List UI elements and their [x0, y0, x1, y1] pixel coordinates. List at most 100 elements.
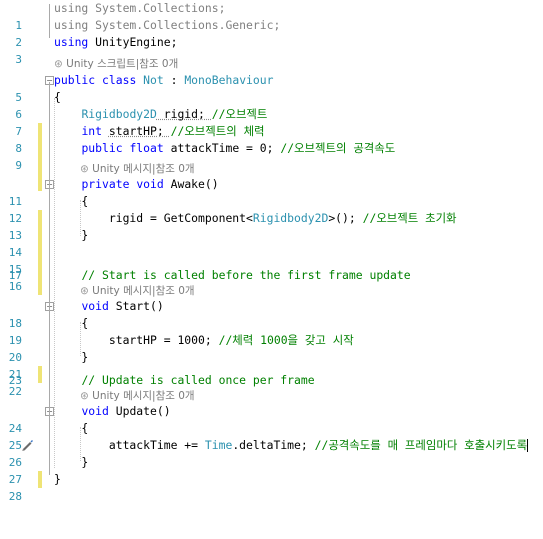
line-code[interactable]: using System.Collections; — [54, 0, 225, 17]
change-marker — [38, 366, 42, 383]
change-marker — [38, 227, 42, 244]
line-number: 23 — [8, 374, 22, 387]
indent-guide — [80, 200, 81, 236]
code-token: //체력 1000을 갖고 시작 — [218, 333, 354, 347]
change-marker — [38, 261, 42, 278]
code-token: void — [81, 299, 116, 313]
codelens-text[interactable]: Unity 스크립트|참조 0개 — [66, 58, 178, 70]
code-token: } — [54, 472, 61, 486]
code-line[interactable]: 28 } — [0, 471, 61, 503]
code-token: Not — [143, 73, 164, 87]
line-code[interactable]: using System.Collections.Generic; — [54, 17, 280, 34]
line-code[interactable]: Rigidbody2D rigid; //오브젝트 — [54, 106, 267, 123]
codelens-text[interactable]: Unity 메시지|참조 0개 — [92, 390, 194, 402]
code-token: } — [54, 228, 89, 242]
line-code[interactable]: { — [54, 420, 88, 437]
line-code[interactable]: rigid = GetComponent<Rigidbody2D>(); //오… — [54, 210, 457, 227]
unity-icon: ⊛ — [80, 163, 89, 175]
line-code[interactable]: } — [54, 349, 88, 366]
indent-guide — [80, 427, 81, 461]
code-token: } — [54, 455, 89, 469]
code-line[interactable]: 26 attackTime += Time.deltaTime; //공격속도를… — [0, 437, 529, 488]
code-line[interactable]: 25 { — [0, 420, 89, 452]
code-line[interactable]: 13 rigid = GetComponent<Rigidbody2D>(); … — [0, 210, 457, 261]
code-line[interactable]: 8 int startHP; //오브젝트의 체력 — [0, 123, 265, 174]
code-token: attackTime += — [54, 438, 205, 452]
code-line[interactable]: 6 { — [0, 89, 61, 140]
code-line[interactable]: 1 using System.Collections; — [0, 0, 225, 32]
line-code[interactable]: private void Awake() — [54, 176, 219, 193]
line-code[interactable]: { — [54, 315, 88, 332]
line-code[interactable]: attackTime += Time.deltaTime; //공격속도를 매 … — [54, 437, 529, 454]
code-line[interactable]: 3 using UnityEngine; — [0, 34, 177, 66]
code-line[interactable]: 14 } — [0, 227, 88, 278]
code-token: using — [54, 35, 96, 49]
code-editor[interactable]: 1 using System.Collections; 2 using Syst… — [0, 0, 543, 503]
code-token: .deltaTime; — [232, 438, 315, 452]
code-line[interactable]: 15 — [0, 244, 42, 295]
codelens-references[interactable]: ⊛ Unity 메시지|참조 0개 — [80, 389, 195, 403]
change-marker — [38, 244, 42, 261]
code-token: void — [81, 404, 116, 418]
codelens-references[interactable]: ⊛ Unity 메시지|참조 0개 — [80, 162, 195, 176]
change-marker — [38, 174, 42, 191]
codelens-text[interactable]: Unity 메시지|참조 0개 — [92, 285, 194, 297]
line-code[interactable]: void Start() — [54, 298, 164, 315]
unity-icon: ⊛ — [54, 58, 63, 70]
code-token: //오브젝트의 공격속도 — [280, 141, 396, 155]
code-token: Awake() — [170, 177, 219, 191]
code-token: //공격속도를 매 프레임마다 호출시키도록 — [314, 438, 528, 452]
unity-icon: ⊛ — [80, 390, 89, 402]
code-line[interactable]: 2 using System.Collections.Generic; — [0, 17, 280, 49]
line-code[interactable]: { — [54, 89, 61, 106]
change-marker — [38, 278, 42, 295]
code-token: using System.Collections.Generic; — [54, 18, 281, 32]
line-number: 9 — [15, 159, 22, 172]
code-line[interactable]: 19 { — [0, 315, 89, 347]
code-token: Start() — [115, 299, 164, 313]
code-line[interactable]: 27 } — [0, 454, 89, 486]
code-token: // Start is called before the first fram… — [81, 268, 411, 282]
code-token: using System.Collections; — [54, 1, 226, 15]
line-code[interactable]: } — [54, 227, 88, 244]
line-code[interactable]: int startHP; //오브젝트의 체력 — [54, 123, 264, 140]
codelens-references[interactable]: ⊛ Unity 메시지|참조 0개 — [80, 284, 195, 298]
line-code[interactable]: public float attackTime = 0; //오브젝트의 공격속… — [54, 140, 395, 157]
line-code[interactable]: { — [54, 193, 88, 210]
code-line[interactable]: 5 − public class Not : MonoBehaviour — [0, 72, 273, 104]
line-code[interactable]: } — [54, 471, 61, 488]
code-line[interactable]: 17 // Start is called before the first f… — [0, 267, 411, 284]
line-code[interactable]: } — [54, 454, 88, 471]
code-token: startHP = 1000; — [54, 333, 219, 347]
line-code[interactable]: // Start is called before the first fram… — [54, 267, 411, 284]
code-token: { — [54, 194, 89, 208]
line-code[interactable]: using UnityEngine; — [54, 34, 177, 51]
code-line[interactable]: 23 // Update is called once per frame — [0, 372, 315, 389]
code-token: >(); — [328, 211, 363, 225]
code-line[interactable]: 11 − private void Awake() — [0, 176, 219, 227]
code-line[interactable]: 7 Rigidbody2D rigid; //오브젝트 — [0, 106, 267, 157]
code-token: UnityEngine; — [95, 35, 178, 49]
code-line[interactable]: 24 − void Update() — [0, 403, 171, 435]
code-token: { — [54, 421, 89, 435]
line-code[interactable]: void Update() — [54, 403, 170, 420]
code-token: { — [54, 90, 61, 104]
pencil-icon[interactable] — [20, 438, 34, 452]
code-line[interactable]: 20 startHP = 1000; //체력 1000을 갖고 시작 — [0, 332, 354, 383]
indent-guide — [80, 322, 81, 356]
code-token: public — [54, 73, 103, 87]
line-code[interactable]: public class Not : MonoBehaviour — [54, 72, 273, 89]
code-line[interactable]: 21 } — [0, 349, 89, 381]
code-line[interactable]: 18 − void Start() — [0, 298, 164, 330]
line-code[interactable]: // Update is called once per frame — [54, 372, 314, 389]
line-code[interactable]: startHP = 1000; //체력 1000을 갖고 시작 — [54, 332, 354, 349]
code-line[interactable]: 9 public float attackTime = 0; //오브젝트의 공… — [0, 140, 395, 191]
code-token: attackTime = 0; — [170, 141, 281, 155]
code-line[interactable]: 12 { — [0, 193, 88, 244]
codelens-text[interactable]: Unity 메시지|참조 0개 — [92, 163, 194, 175]
codelens-references[interactable]: ⊛ Unity 스크립트|참조 0개 — [54, 57, 178, 71]
